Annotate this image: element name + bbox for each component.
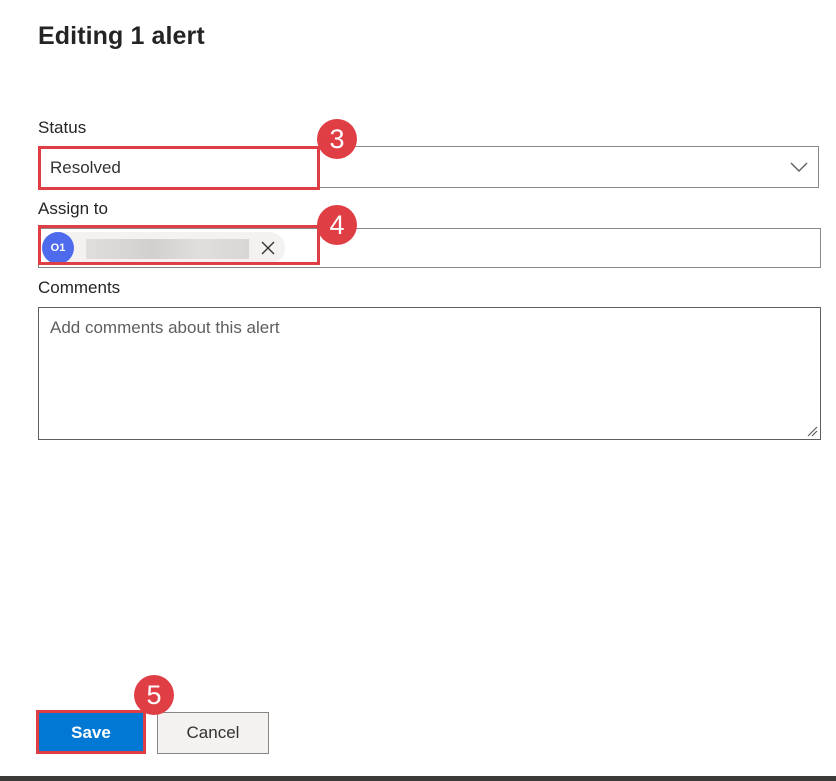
comments-textarea[interactable] bbox=[38, 307, 821, 440]
chevron-down-icon bbox=[790, 162, 808, 172]
cancel-button[interactable]: Cancel bbox=[157, 712, 269, 754]
resize-grip-icon[interactable] bbox=[806, 425, 818, 437]
status-selected-value: Resolved bbox=[50, 158, 121, 177]
assignee-name-redacted: redacted bbox=[86, 239, 249, 259]
save-button[interactable]: Save bbox=[38, 712, 144, 754]
assignee-chip[interactable]: O1 redacted bbox=[42, 232, 285, 264]
edit-alert-panel: Editing 1 alert Status Resolved Assign t… bbox=[0, 0, 836, 781]
status-dropdown[interactable]: Resolved bbox=[38, 146, 819, 188]
step-5-badge: 5 bbox=[134, 675, 174, 715]
close-icon[interactable] bbox=[260, 240, 276, 256]
bottom-border bbox=[0, 776, 836, 781]
avatar: O1 bbox=[42, 232, 74, 264]
status-label: Status bbox=[38, 118, 87, 137]
assign-to-label: Assign to bbox=[38, 199, 108, 218]
comments-label: Comments bbox=[38, 278, 121, 297]
panel-title: Editing 1 alert bbox=[38, 22, 205, 50]
assign-to-picker[interactable]: O1 redacted bbox=[38, 228, 821, 268]
